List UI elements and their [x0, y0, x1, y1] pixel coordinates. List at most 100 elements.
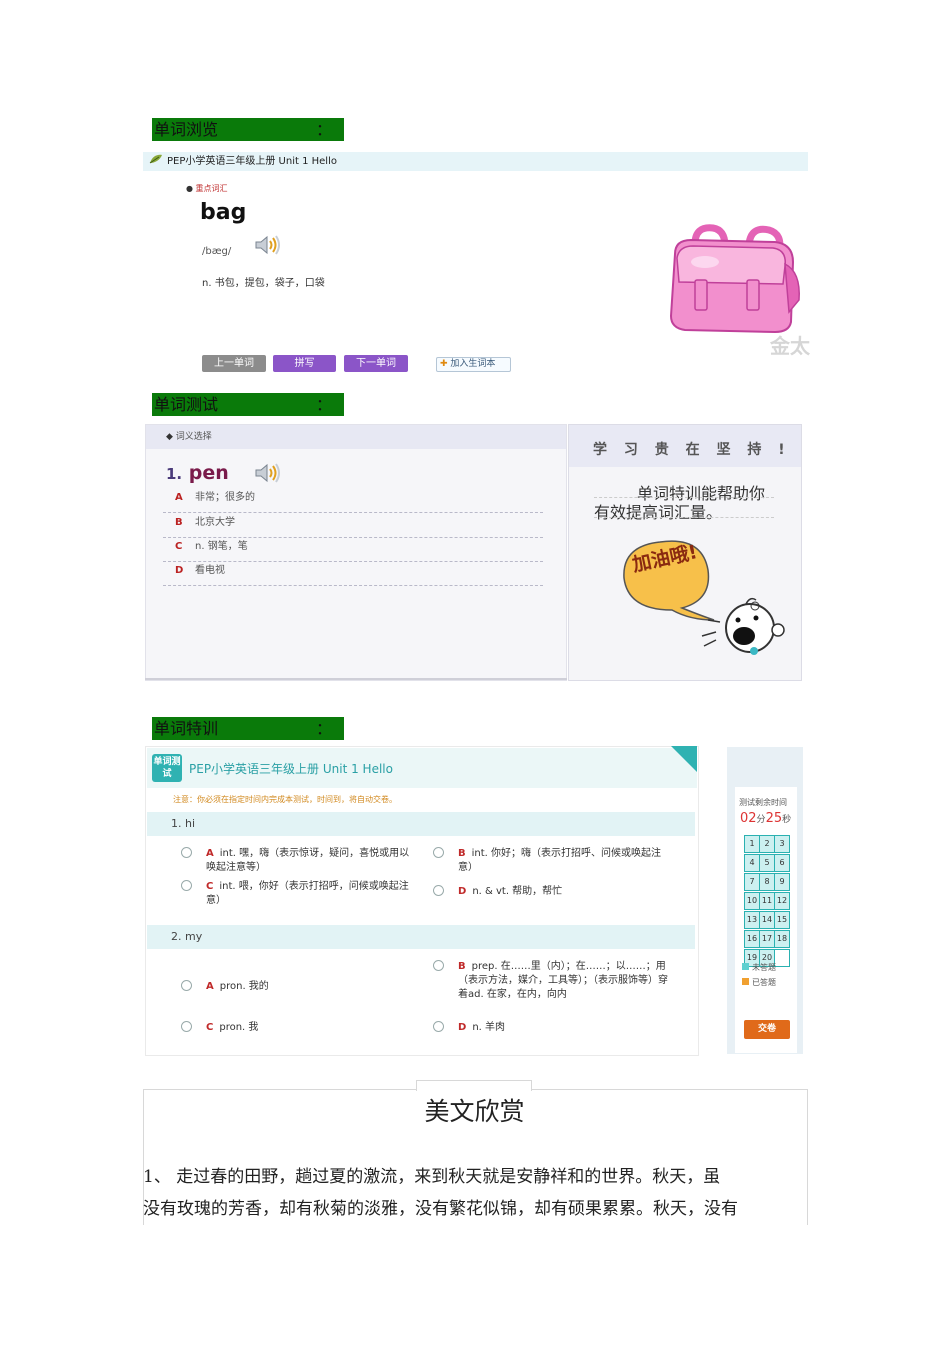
radio-q1-d[interactable]	[433, 885, 444, 896]
test-option-d[interactable]: D 看电视	[163, 561, 543, 586]
add-vocab-label: 加入生词本	[450, 359, 496, 369]
question-grid: 123 456 789 10 11 12 13 14 15 16 17 18 19 20	[744, 835, 790, 968]
option-q1-d[interactable]: Dn. & vt. 帮助，帮忙	[458, 885, 673, 899]
essay-tab	[416, 1080, 532, 1091]
grid-cell[interactable]: 17	[759, 930, 775, 948]
option-text: prep. 在……里（内）；在……；以……；用（表示方法，媒介，工具等）；（表示…	[458, 961, 668, 1000]
grid-cell[interactable]: 8	[759, 873, 775, 891]
option-q2-a[interactable]: Apron. 我的	[206, 980, 416, 994]
option-text: 看电视	[195, 565, 225, 576]
train-badge: 单词测试	[152, 754, 182, 782]
word-phonetic: /bæg/	[202, 246, 232, 257]
grid-cell[interactable]: 15	[774, 911, 790, 929]
radio-q2-b[interactable]	[433, 960, 444, 971]
grid-cell[interactable]: 4	[744, 854, 760, 872]
speaker-icon[interactable]	[254, 463, 284, 487]
grid-cell	[774, 949, 790, 967]
radio-q1-a[interactable]	[181, 847, 192, 858]
grid-cell[interactable]: 14	[759, 911, 775, 929]
radio-q1-b[interactable]	[433, 847, 444, 858]
option-letter: D	[175, 565, 184, 576]
section-colon: ：	[315, 395, 332, 414]
option-letter: C	[175, 541, 183, 552]
timer-seconds: 25	[765, 811, 783, 826]
plus-icon: ✚	[440, 359, 448, 369]
option-text: int. 喂，你好（表示打招呼，问候或唤起注意）	[206, 881, 409, 906]
grid-cell[interactable]: 18	[774, 930, 790, 948]
test-option-a[interactable]: A 非常；很多的	[163, 488, 543, 513]
essay-line-1: 1、 走过春的田野，趟过夏的激流，来到秋天就是安静祥和的世界。秋天，虽	[143, 1167, 721, 1187]
section-label-text: 单词特训	[154, 719, 219, 738]
question-bar-2: 2. my	[147, 925, 695, 949]
grid-cell[interactable]: 16	[744, 930, 760, 948]
add-vocab-button[interactable]: ✚ 加入生词本	[436, 357, 511, 372]
timer-seconds-unit: 秒	[782, 815, 792, 825]
option-text: int. 你好；嗨（表示打招呼、问候或唤起注意）	[458, 848, 662, 873]
grid-cell[interactable]: 10	[744, 892, 760, 910]
option-text: pron. 我	[219, 1022, 259, 1033]
timer-label: 测试剩余时间	[739, 798, 787, 807]
keyword-tag: ● 重点词汇	[186, 184, 228, 193]
question-bar-1: 1. hi	[147, 812, 695, 836]
option-q2-d[interactable]: Dn. 羊肉	[458, 1021, 673, 1035]
option-q1-a[interactable]: Aint. 嘿，嗨（表示惊讶，疑问，喜悦或用以唤起注意等）	[206, 847, 416, 875]
encourage-title: 学 习 贵 在 坚 持 !	[569, 425, 801, 467]
word-headword: bag	[200, 200, 247, 225]
grid-cell[interactable]: 2	[759, 835, 775, 853]
test-panel-header-text: 词义选择	[175, 432, 212, 442]
legend-answered: 已答题	[742, 977, 776, 988]
legend-swatch	[742, 978, 749, 985]
grid-cell[interactable]: 13	[744, 911, 760, 929]
test-option-c[interactable]: Cn. 钢笔，笔	[163, 537, 543, 562]
option-q1-c[interactable]: Cint. 喂，你好（表示打招呼，问候或唤起注意）	[206, 880, 416, 908]
section-label-text: 单词浏览	[154, 120, 219, 139]
speaker-icon[interactable]	[254, 234, 282, 260]
grid-cell[interactable]: 3	[774, 835, 790, 853]
essay-title: 美文欣赏	[424, 1097, 525, 1126]
option-letter: A	[175, 492, 183, 503]
word-meaning: n. 书包，提包，袋子，口袋	[202, 278, 325, 289]
divider	[145, 678, 567, 680]
test-option-b[interactable]: B 北京大学	[163, 513, 543, 538]
legend-unanswered: 未答题	[742, 962, 776, 973]
grid-cell[interactable]: 7	[744, 873, 760, 891]
option-text: n. 羊肉	[472, 1022, 506, 1033]
option-text: int. 嘿，嗨（表示惊讶，疑问，喜悦或用以唤起注意等）	[206, 848, 410, 873]
option-q2-b[interactable]: Bprep. 在……里（内）；在……；以……；用（表示方法，媒介，工具等）；（表…	[458, 960, 676, 1002]
option-q1-b[interactable]: Bint. 你好；嗨（表示打招呼、问候或唤起注意）	[458, 847, 673, 875]
grid-cell[interactable]: 5	[759, 854, 775, 872]
option-text: n. & vt. 帮助，帮忙	[472, 886, 563, 897]
question-title: 1. pen	[166, 462, 229, 484]
grid-cell[interactable]: 6	[774, 854, 790, 872]
divider	[594, 497, 774, 498]
grid-cell[interactable]: 11	[759, 892, 775, 910]
corner-ribbon	[671, 746, 697, 772]
option-q2-c[interactable]: Cpron. 我	[206, 1021, 416, 1035]
question-label: 2. my	[171, 930, 203, 943]
option-text: pron. 我的	[219, 981, 269, 992]
legend-text: 已答题	[752, 978, 776, 987]
bag-illustration	[665, 222, 805, 346]
option-letter: B	[175, 517, 183, 528]
next-word-button[interactable]: 下一单词	[344, 355, 408, 372]
timer-minutes-unit: 分	[756, 815, 766, 825]
spell-button[interactable]: 拼写	[273, 355, 336, 372]
grid-cell[interactable]: 9	[774, 873, 790, 891]
section-label-test: 单词测试 ：	[152, 393, 344, 416]
leaf-icon	[149, 152, 163, 171]
option-text: 北京大学	[195, 517, 235, 528]
radio-q1-c[interactable]	[181, 880, 192, 891]
timer-minutes: 02	[740, 811, 757, 826]
timer-value: 02分25秒	[740, 811, 791, 826]
option-text: 非常；很多的	[195, 492, 255, 503]
grid-cell[interactable]: 1	[744, 835, 760, 853]
prev-word-button[interactable]: 上一单词	[202, 355, 266, 372]
radio-q2-a[interactable]	[181, 980, 192, 991]
radio-q2-c[interactable]	[181, 1021, 192, 1032]
question-number: 1.	[166, 465, 183, 483]
essay-line-2: 没有玫瑰的芳香，却有秋菊的淡雅，没有繁花似锦，却有硕果累累。秋天，没有	[143, 1199, 738, 1219]
submit-button[interactable]: 交卷	[744, 1020, 790, 1039]
encourage-line2: 有效提高词汇量。	[594, 503, 723, 522]
radio-q2-d[interactable]	[433, 1021, 444, 1032]
grid-cell[interactable]: 12	[774, 892, 790, 910]
